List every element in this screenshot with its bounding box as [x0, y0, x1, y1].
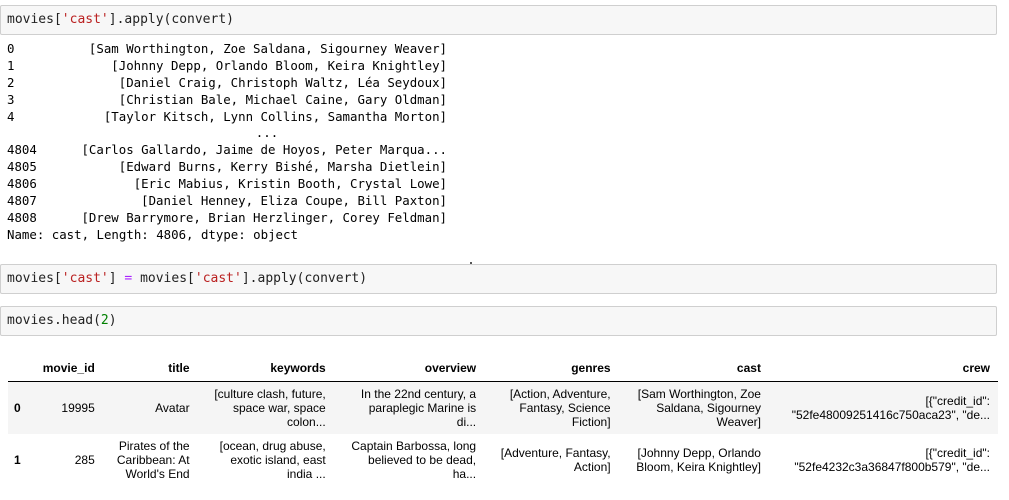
- table-cell: Avatar: [102, 381, 198, 434]
- series-index: 3: [7, 91, 15, 107]
- column-header: overview: [333, 355, 485, 382]
- series-row: 4806 [Eric Mabius, Kristin Booth, Crystal…: [7, 176, 447, 193]
- series-index: 4805: [7, 159, 37, 175]
- series-value: [Taylor Kitsch, Lynn Collins, Samantha M…: [103, 108, 447, 124]
- code-token: ]: [108, 271, 125, 286]
- table-cell: Pirates of the Caribbean: At World's End: [116, 439, 190, 481]
- column-header: title: [102, 355, 198, 382]
- series-row: 1 [Johnny Depp, Orlando Bloom, Keira Knig…: [7, 58, 447, 75]
- table-cell: Captain Barbossa, long believed to be dea…: [351, 439, 477, 481]
- series-index: 4806: [7, 176, 37, 192]
- table-cell: In the 22nd century, a paraplegic Marine …: [333, 381, 485, 434]
- series-value: [Johnny Depp, Orlando Bloom, Keira Knigh…: [111, 57, 447, 73]
- column-header: crew: [768, 355, 998, 382]
- table-cell: 19995: [30, 381, 103, 434]
- series-value: [Daniel Henney, Eliza Coupe, Bill Paxton…: [141, 193, 447, 209]
- series-index: 4804: [7, 142, 37, 158]
- table-cell: [Johnny Depp, Orlando Bloom, Keira Knight…: [636, 446, 761, 474]
- series-index: 4: [7, 108, 15, 124]
- table-cell: [ocean, drug abuse, exotic island, east in…: [219, 439, 326, 481]
- series-row: 4807 [Daniel Henney, Eliza Coupe, Bill Pa…: [7, 193, 447, 210]
- code-token: ].apply(convert): [241, 271, 368, 286]
- series-row: 3 [Christian Bale, Michael Caine, Gary Ol…: [7, 92, 447, 109]
- code-cell-apply-convert[interactable]: movies['cast'].apply(convert): [0, 5, 997, 35]
- series-row: 4804 [Carlos Gallardo, Jaime de Hoyos, Pe…: [7, 142, 447, 159]
- code-token: movies[: [7, 271, 62, 286]
- series-row: 4808 [Drew Barrymore, Brian Herzlinger, C…: [7, 210, 447, 227]
- series-ellipsis: ...: [255, 125, 279, 141]
- table-cell: [Adventure, Fantasy, Action]: [500, 446, 611, 474]
- table-row: 0 19995 Avatar [culture clash, future, space…: [8, 381, 998, 434]
- code-token: 'cast': [61, 12, 109, 27]
- series-value: [Daniel Craig, Christoph Waltz, Léa Seyd…: [118, 74, 447, 90]
- series-index: 4807: [7, 193, 37, 209]
- table-cell: [Sam Worthington, Zoe Saldana, Sigourney W…: [618, 381, 769, 434]
- series-value: [Christian Bale, Michael Caine, Gary Old…: [118, 91, 447, 107]
- code-token: movies[: [7, 12, 62, 27]
- column-header: keywords: [197, 355, 334, 382]
- series-value: [Drew Barrymore, Brian Herzlinger, Corey…: [81, 209, 447, 225]
- series-index: 4808: [7, 209, 37, 225]
- series-index: 2: [7, 74, 15, 90]
- series-value: [Edward Burns, Kerry Bishé, Marsha Dietl…: [118, 159, 447, 175]
- code-token: movies.head(: [7, 313, 101, 328]
- series-value: [Carlos Gallardo, Jaime de Hoyos, Peter …: [81, 142, 447, 158]
- series-value: [Sam Worthington, Zoe Saldana, Sigourney…: [88, 41, 447, 56]
- code-token: 'cast': [61, 271, 109, 286]
- row-index: 1: [14, 453, 21, 467]
- series-footer: Name: cast, Length: 4806, dtype: object: [7, 226, 298, 242]
- column-header: genres: [484, 355, 619, 382]
- column-header: [8, 355, 31, 382]
- code-token: ].apply(convert): [108, 12, 234, 27]
- series-output: 0 [Sam Worthington, Zoe Saldana, Sigourne…: [7, 41, 447, 244]
- code-cell-assign-cast[interactable]: movies['cast'] = movies['cast'].apply(co…: [0, 264, 997, 294]
- dataframe-table: movie_id title keywords overview genres cast c…: [8, 355, 998, 486]
- code-token: 'cast': [194, 271, 242, 286]
- table-cell: [{"credit_id": "52fe4232c3a36847f800b579"…: [794, 446, 990, 474]
- table-cell: 285: [74, 453, 95, 467]
- series-row: 2 [Daniel Craig, Christoph Waltz, Léa Sey…: [7, 75, 447, 92]
- series-index: 1: [7, 57, 15, 73]
- series-row: 4 [Taylor Kitsch, Lynn Collins, Samantha …: [7, 109, 447, 126]
- code-token: movies[: [132, 271, 195, 286]
- series-index: 0: [7, 41, 15, 56]
- row-index: 0: [8, 381, 31, 434]
- column-header: cast: [618, 355, 769, 382]
- table-cell: [{"credit_id": "52fe48009251416c750aca23"…: [768, 381, 998, 434]
- series-value: [Eric Mabius, Kristin Booth, Crystal Low…: [133, 176, 447, 192]
- table-cell: [Action, Adventure, Fantasy, Science Ficti…: [484, 381, 619, 434]
- series-row: 4805 [Edward Burns, Kerry Bishé, Marsha D…: [7, 159, 447, 176]
- series-ellipsis-row: ...: [7, 125, 447, 142]
- dataframe-header-row: movie_id title keywords overview genres cast c…: [8, 355, 998, 382]
- series-row: 0 [Sam Worthington, Zoe Saldana, Sigourne…: [7, 41, 447, 58]
- code-token: 2: [100, 313, 109, 328]
- column-header: movie_id: [30, 355, 103, 382]
- code-cell-head[interactable]: movies.head(2): [0, 306, 997, 336]
- table-cell: [culture clash, future, space war, space c…: [197, 381, 334, 434]
- table-row: 1 285 Pirates of the Caribbean: At World's E…: [8, 434, 998, 486]
- code-token: ): [108, 313, 117, 328]
